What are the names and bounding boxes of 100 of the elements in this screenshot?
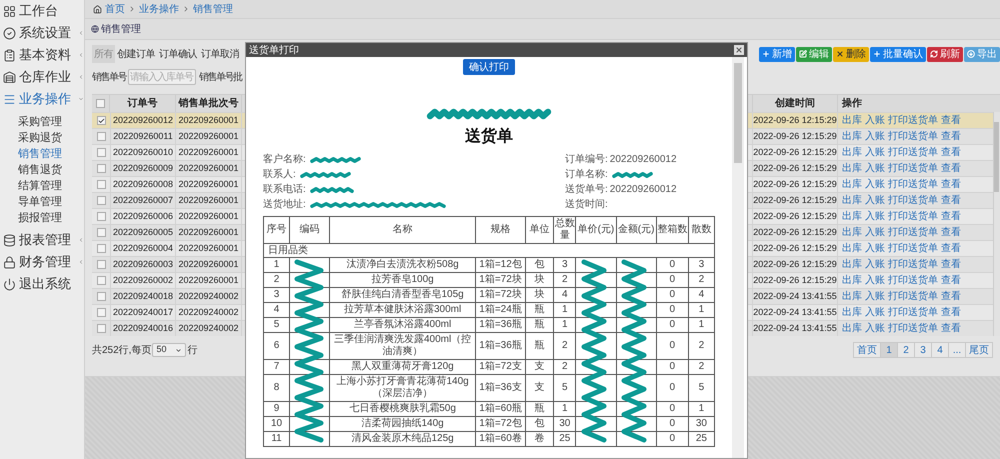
table-cell: 清风金装原木纯品125g: [330, 432, 476, 446]
column-header: 单价(元): [576, 216, 616, 244]
table-cell: 汰渍净白去渍洗衣粉508g: [330, 258, 476, 272]
column-header: 整箱数: [656, 216, 688, 244]
table-cell: 4: [264, 302, 290, 318]
table-cell: 8: [264, 374, 290, 402]
dialog-title: 送货单打印: [249, 44, 299, 58]
info-label: 订单编号:: [565, 152, 608, 167]
panel-title: 销售管理: [101, 22, 141, 36]
table-cell: 1箱=24瓶: [475, 302, 526, 318]
table-cell: 2022-09-24 13:41:55: [752, 321, 838, 336]
table-cell: 上海小苏打牙膏青花薄荷140g（深层洁净）: [330, 374, 476, 402]
table-cell: 支: [526, 360, 554, 374]
table-cell: 瓶: [526, 318, 554, 332]
table-cell: 7: [264, 360, 290, 374]
table-cell: 4: [554, 288, 576, 302]
table-cell: 1: [554, 318, 576, 332]
table-cell: 1: [554, 302, 576, 318]
info-value: 202209260012: [610, 183, 677, 197]
table-cell: 0: [656, 318, 688, 332]
table-cell: 七日香樱桃爽肤乳霜50g: [330, 402, 476, 416]
table-cell: 1: [264, 258, 290, 272]
table-cell: 1: [688, 302, 714, 318]
table-cell: 4: [688, 288, 714, 302]
column-header: 名称: [330, 216, 476, 244]
table-cell: 2: [688, 272, 714, 288]
column-header: 序号: [264, 216, 290, 244]
table-cell: 3: [264, 288, 290, 302]
table-cell: 9: [264, 402, 290, 416]
table-cell: 拉芳草本健肤沐浴露300ml: [330, 302, 476, 318]
info-label: 联系电话:: [263, 182, 306, 197]
unit-text: 行: [187, 344, 198, 358]
table-cell: 块: [526, 272, 554, 288]
table-cell: 1: [688, 402, 714, 416]
column-header: 单位: [526, 216, 554, 244]
table-cell: 2: [688, 332, 714, 360]
table-cell: 1: [554, 402, 576, 416]
info-label: 送货时间:: [565, 198, 608, 212]
table-cell: 0: [656, 302, 688, 318]
table-cell: 卷: [526, 432, 554, 446]
info-label: 送货单号:: [565, 182, 608, 197]
table-cell: 10: [264, 416, 290, 432]
table-cell: 2: [554, 272, 576, 288]
row-count-text: 共252行,每页: [92, 344, 152, 358]
column-header: 总数量: [554, 216, 576, 244]
table-cell: 1箱=72包: [475, 416, 526, 432]
table-cell: 包: [526, 258, 554, 272]
info-value: 202209260012: [610, 153, 677, 167]
table-cell: 拉芳香皂100g: [330, 272, 476, 288]
table-cell: 0: [656, 288, 688, 302]
table-cell: 2: [554, 332, 576, 360]
table-cell: 黑人双重薄荷牙膏120g: [330, 360, 476, 374]
table-cell: 0: [656, 402, 688, 416]
table-cell: 1箱=12包: [475, 258, 526, 272]
table-cell: 1箱=36支: [475, 374, 526, 402]
table-cell: 兰亭香氛沐浴露400ml: [330, 318, 476, 332]
info-label: 订单名称:: [565, 168, 608, 182]
table-cell: 舒肤佳纯白清香型香皂105g: [330, 288, 476, 302]
document-heading: 送货单: [465, 126, 513, 147]
field-label: 销售单号批: [199, 70, 242, 84]
table-cell: 0: [656, 432, 688, 446]
table-cell: 块: [526, 288, 554, 302]
table-cell: 5: [688, 374, 714, 402]
table-cell: 25: [554, 432, 576, 446]
table-cell: 1: [688, 318, 714, 332]
table-cell: 0: [656, 360, 688, 374]
table-cell: 支: [526, 374, 554, 402]
table-cell: 瓶: [526, 302, 554, 318]
info-label: 送货地址:: [263, 198, 306, 212]
table-cell: 1箱=60卷: [475, 432, 526, 446]
table-cell: 洁柔荷园抽纸140g: [330, 416, 476, 432]
table-cell: 6: [264, 332, 290, 360]
table-cell: 2: [554, 360, 576, 374]
table-cell: 瓶: [526, 402, 554, 416]
table-cell: 3: [688, 258, 714, 272]
table-cell: 30: [688, 416, 714, 432]
table-cell: 11: [264, 432, 290, 446]
column-header: 散数: [688, 216, 714, 244]
table-cell: 2: [688, 360, 714, 374]
table-cell: 1箱=72支: [475, 360, 526, 374]
column-header: 编码: [290, 216, 330, 244]
table-cell: 3: [554, 258, 576, 272]
table-cell: 0: [656, 272, 688, 288]
table-cell: 2: [264, 272, 290, 288]
table-cell: 0: [656, 374, 688, 402]
table-cell: 1箱=72块: [475, 272, 526, 288]
column-header: 规格: [475, 216, 526, 244]
table-cell: 1箱=60瓶: [475, 402, 526, 416]
table-cell: 0: [656, 258, 688, 272]
table-cell: 三季佳润清爽洗发露400ml（控油清爽）: [330, 332, 476, 360]
table-cell: 0: [656, 332, 688, 360]
table-cell: 1箱=36瓶: [475, 318, 526, 332]
table-cell: 25: [688, 432, 714, 446]
table-cell: 5: [554, 374, 576, 402]
table-cell: 202209240016: [110, 321, 176, 336]
info-label: 联系人:: [263, 168, 296, 182]
table-cell: 1箱=72块: [475, 288, 526, 302]
column-header: 操作: [840, 96, 863, 111]
column-header: 金额(元): [616, 216, 656, 244]
table-cell: 5: [264, 318, 290, 332]
